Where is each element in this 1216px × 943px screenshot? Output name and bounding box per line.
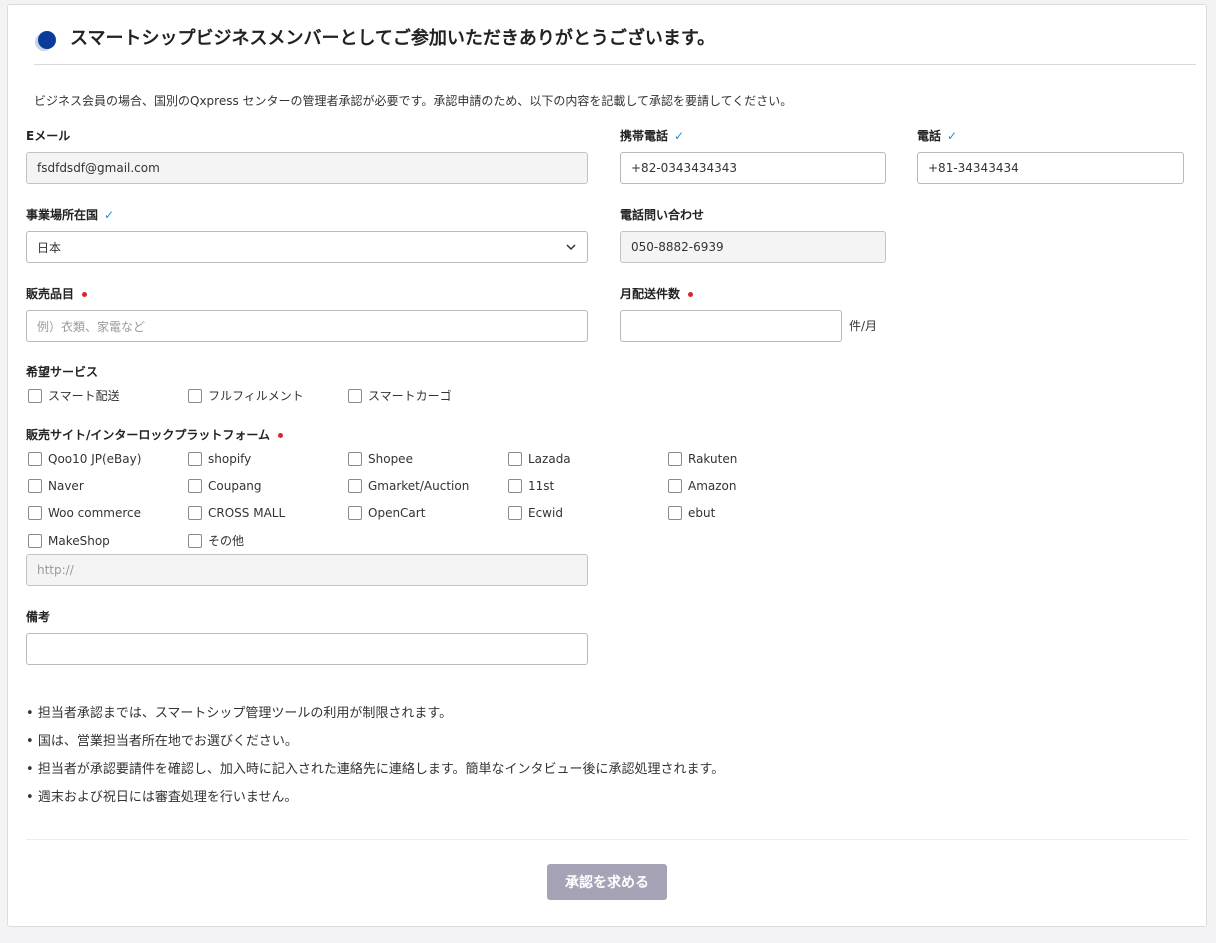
country-selected-value: 日本 [37, 240, 62, 255]
service-option-fulfillment[interactable]: フルフィルメント [188, 387, 304, 405]
platform-option[interactable]: OpenCart [348, 504, 425, 522]
remarks-label: 備考 [26, 610, 51, 624]
checkbox[interactable] [28, 534, 42, 548]
checkbox[interactable] [188, 506, 202, 520]
checkbox[interactable] [668, 452, 682, 466]
platform-option[interactable]: ebut [668, 504, 715, 522]
service-option-smart-cargo[interactable]: スマートカーゴ [348, 387, 452, 405]
platform-url-input[interactable]: http:// [26, 554, 588, 586]
products-label: 販売品目 [26, 285, 88, 303]
checkbox[interactable] [508, 452, 522, 466]
platform-option[interactable]: Ecwid [508, 504, 563, 522]
checkbox[interactable] [188, 452, 202, 466]
platform-option[interactable]: その他 [188, 532, 244, 550]
checkbox[interactable] [348, 506, 362, 520]
request-approval-button[interactable]: 承認を求める [547, 864, 667, 900]
phone-label: 電話 ✓ [917, 129, 958, 143]
platform-option[interactable]: Shopee [348, 450, 413, 468]
signup-card: スマートシップビジネスメンバーとしてご参加いただきありがとうございます。 ビジネ… [7, 4, 1207, 927]
page-description: ビジネス会員の場合、国別のQxpress センターの管理者承認が必要です。承認申… [34, 94, 793, 108]
email-field[interactable]: fsdfdsdf@gmail.com [26, 152, 588, 184]
inquiry-phone-label: 電話問い合わせ [620, 208, 705, 222]
monthly-shipments-unit: 件/月 [849, 319, 878, 333]
checkbox[interactable] [188, 534, 202, 548]
checkbox[interactable] [188, 389, 202, 403]
phone-field[interactable]: +81-34343434 [917, 152, 1184, 184]
platform-option[interactable]: MakeShop [28, 532, 110, 550]
checkbox[interactable] [508, 479, 522, 493]
email-label: Eメール [26, 129, 71, 143]
products-input[interactable]: 例）衣類、家電など [26, 310, 588, 342]
checkbox[interactable] [28, 452, 42, 466]
platform-option[interactable]: Amazon [668, 477, 737, 495]
note-item: • 担当者承認までは、スマートシップ管理ツールの利用が制限されます。 [26, 706, 453, 721]
monthly-shipments-input[interactable] [620, 310, 842, 342]
checkbox[interactable] [668, 479, 682, 493]
checkbox[interactable] [188, 479, 202, 493]
mobile-field[interactable]: +82-0343434343 [620, 152, 886, 184]
country-select[interactable]: 日本 [26, 231, 588, 263]
note-item: • 週末および祝日には審査処理を行いません。 [26, 790, 298, 805]
required-dot [278, 432, 284, 438]
footer-divider [26, 839, 1188, 840]
platforms-label: 販売サイト/インターロックプラットフォーム [26, 426, 284, 444]
platform-option[interactable]: Qoo10 JP(eBay) [28, 450, 141, 468]
required-dot [688, 291, 694, 297]
platform-option[interactable]: CROSS MALL [188, 504, 285, 522]
header-divider [34, 64, 1196, 65]
verified-check-icon: ✓ [104, 208, 115, 222]
verified-check-icon: ✓ [947, 129, 958, 143]
platform-option[interactable]: shopify [188, 450, 251, 468]
checkbox[interactable] [348, 479, 362, 493]
platform-option[interactable]: Rakuten [668, 450, 737, 468]
checkbox[interactable] [28, 479, 42, 493]
country-label: 事業場所在国 ✓ [26, 208, 115, 222]
platform-option[interactable]: Naver [28, 477, 84, 495]
checkbox[interactable] [28, 389, 42, 403]
mobile-label: 携帯電話 ✓ [620, 129, 685, 143]
note-item: • 担当者が承認要請件を確認し、加入時に記入された連絡先に連絡します。簡単なイン… [26, 762, 725, 777]
platform-option[interactable]: Coupang [188, 477, 262, 495]
required-dot [82, 291, 88, 297]
platform-option[interactable]: Lazada [508, 450, 571, 468]
note-item: • 国は、営業担当者所在地でお選びください。 [26, 734, 298, 749]
inquiry-phone-field[interactable]: 050-8882-6939 [620, 231, 886, 263]
checkbox[interactable] [668, 506, 682, 520]
service-option-smart-delivery[interactable]: スマート配送 [28, 387, 120, 405]
platform-option[interactable]: 11st [508, 477, 554, 495]
platform-option[interactable]: Gmarket/Auction [348, 477, 469, 495]
platform-option[interactable]: Woo commerce [28, 504, 141, 522]
checkbox[interactable] [348, 452, 362, 466]
checkbox[interactable] [348, 389, 362, 403]
services-label: 希望サービス [26, 365, 99, 379]
page-title: スマートシップビジネスメンバーとしてご参加いただきありがとうございます。 [70, 28, 716, 49]
checkbox[interactable] [28, 506, 42, 520]
remarks-input[interactable] [26, 633, 588, 665]
checkbox[interactable] [508, 506, 522, 520]
verified-check-icon: ✓ [674, 129, 685, 143]
chevron-down-icon [566, 244, 576, 251]
monthly-shipments-label: 月配送件数 [620, 285, 694, 303]
smartship-logo-icon [35, 31, 56, 51]
